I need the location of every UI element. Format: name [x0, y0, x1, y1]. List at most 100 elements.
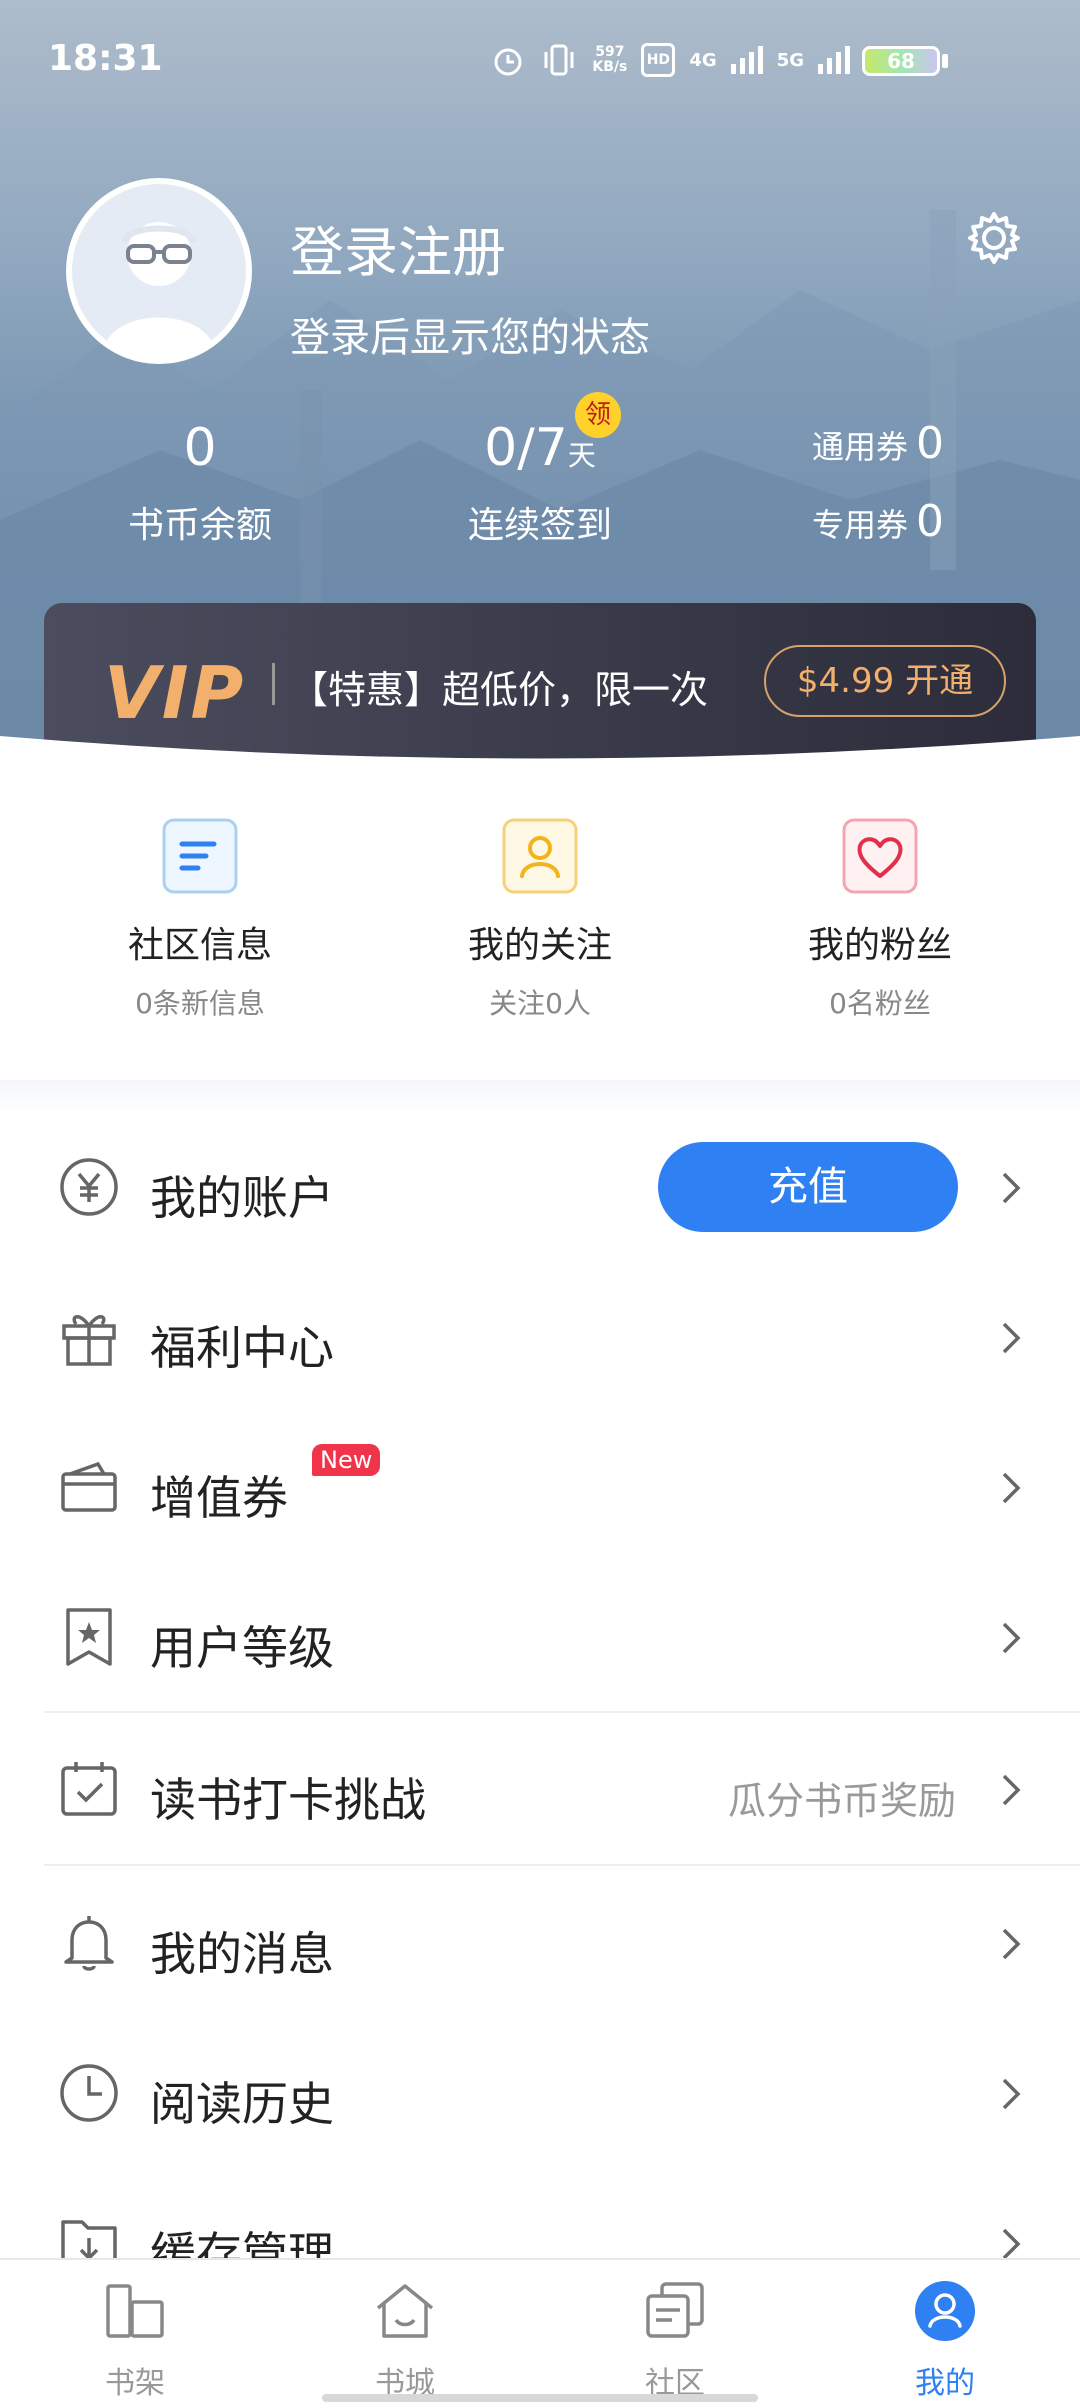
- special-coupon[interactable]: 专用券 0: [812, 496, 944, 547]
- voucher-label: 增值券: [150, 1471, 288, 1525]
- folder-download-icon: [61, 2220, 117, 2258]
- vip-separator: [272, 663, 275, 705]
- chevron-right-icon: [1002, 2228, 1021, 2258]
- bookshelf-icon: [106, 2284, 164, 2338]
- menu-item-welfare[interactable]: 福利中心: [0, 1262, 1080, 1412]
- profile-header: 18:31 597 KB/s HD 4G 5G 68 登录注册 登录后显示您的状态: [0, 0, 1080, 760]
- menu-item-reading-challenge[interactable]: 读书打卡挑战 瓜分书币奖励: [0, 1714, 1080, 1864]
- vip-activate-button[interactable]: $4.99 开通: [764, 645, 1006, 717]
- list-divider: [44, 1711, 1080, 1713]
- tab-community[interactable]: 社区: [540, 2260, 810, 2408]
- community-info-label: 社区信息: [127, 925, 272, 966]
- menu-item-messages[interactable]: 我的消息: [0, 1868, 1080, 2018]
- battery-tip: [942, 54, 948, 68]
- home-icon: [376, 2284, 434, 2338]
- checkin-unit: 天: [567, 439, 596, 472]
- chevron-right-icon: [1002, 1774, 1021, 1806]
- following-entry[interactable]: 我的关注 关注0人: [420, 818, 660, 1022]
- vip-promo-text: 【特惠】超低价，限一次: [290, 668, 709, 712]
- menu-item-account[interactable]: 我的账户 充值: [0, 1112, 1080, 1262]
- chevron-right-icon: [1002, 1928, 1021, 1960]
- special-coupon-label: 专用券: [812, 506, 909, 544]
- home-indicator[interactable]: [322, 2394, 758, 2402]
- cache-label: 缓存管理: [150, 2227, 334, 2258]
- tab-me[interactable]: 我的: [810, 2260, 1080, 2408]
- community-info-sub: 0条新信息: [135, 987, 265, 1020]
- bookmark-star-icon: [66, 1608, 112, 1666]
- network-5g: 5G: [776, 49, 804, 71]
- heart-icon: [842, 818, 918, 894]
- reading-challenge-label: 读书打卡挑战: [150, 1773, 426, 1827]
- claim-badge[interactable]: 领: [575, 392, 621, 438]
- special-coupon-value: 0: [916, 496, 945, 547]
- status-icons: 597 KB/s HD 4G 5G: [490, 42, 850, 78]
- chevron-right-icon: [1002, 2078, 1021, 2110]
- hd-icon: HD: [641, 43, 676, 77]
- chevron-right-icon: [1002, 1472, 1021, 1504]
- checkin-days: 0/7: [484, 418, 568, 478]
- wallet-icon: [61, 1461, 117, 1512]
- following-label: 我的关注: [467, 925, 612, 966]
- yuan-coin-icon: [60, 1158, 118, 1216]
- alarm-icon: [494, 48, 522, 76]
- section-divider: [0, 1080, 1080, 1114]
- history-label: 阅读历史: [150, 2077, 334, 2131]
- tab-bookstore[interactable]: 书城: [270, 2260, 540, 2408]
- menu-item-cache[interactable]: 缓存管理: [0, 2168, 1080, 2258]
- checkin-streak[interactable]: 0/7天 连续签到: [430, 418, 650, 548]
- community-cards-icon: [646, 2282, 704, 2338]
- network-4g: 4G: [689, 49, 717, 71]
- vibrate-icon: [544, 44, 574, 76]
- general-coupon-label: 通用券: [812, 428, 909, 466]
- signal-icon-2: [818, 46, 850, 74]
- checkin-label: 连续签到: [467, 505, 612, 546]
- clock-icon: [60, 2064, 118, 2122]
- general-coupon[interactable]: 通用券 0: [812, 418, 944, 469]
- general-coupon-value: 0: [916, 418, 945, 469]
- avatar[interactable]: [66, 178, 252, 364]
- recharge-button[interactable]: 充值: [658, 1142, 958, 1232]
- list-divider: [44, 1864, 1080, 1866]
- coin-balance-value: 0: [183, 418, 217, 478]
- reading-challenge-hint: 瓜分书币奖励: [727, 1779, 956, 1823]
- following-sub: 关注0人: [489, 987, 591, 1020]
- welfare-label: 福利中心: [150, 1321, 334, 1375]
- community-message-icon: [162, 818, 238, 894]
- default-avatar-icon: [102, 222, 216, 358]
- account-label: 我的账户: [150, 1171, 334, 1225]
- net-speed-value: 597: [595, 44, 625, 60]
- net-speed-unit: KB/s: [592, 59, 628, 75]
- chevron-right-icon: [1002, 1622, 1021, 1654]
- net-speed: 597 KB/s: [592, 45, 627, 75]
- gift-icon: [62, 1315, 116, 1366]
- fans-sub: 0名粉丝: [829, 987, 931, 1020]
- settings-gear-icon[interactable]: [966, 210, 1022, 266]
- person-icon: [502, 818, 578, 894]
- user-profile-icon: [915, 2281, 975, 2341]
- bell-icon: [64, 1916, 114, 1971]
- level-label: 用户等级: [150, 1621, 334, 1675]
- bottom-tab-bar: 书架 书城 社区 我的: [0, 2258, 1080, 2408]
- new-badge: New: [312, 1444, 381, 1476]
- signal-icon: [730, 46, 763, 74]
- coin-balance[interactable]: 0 书币余额: [100, 418, 300, 548]
- fans-entry[interactable]: 我的粉丝 0名粉丝: [760, 818, 1000, 1022]
- menu-item-level[interactable]: 用户等级: [0, 1562, 1080, 1712]
- messages-label: 我的消息: [150, 1927, 334, 1981]
- fans-label: 我的粉丝: [807, 925, 952, 966]
- coin-balance-label: 书币余额: [127, 505, 272, 546]
- community-info-entry[interactable]: 社区信息 0条新信息: [80, 818, 320, 1022]
- menu-item-voucher[interactable]: 增值券 New: [0, 1412, 1080, 1562]
- calendar-check-icon: [61, 1762, 117, 1816]
- vip-logo: VIP: [104, 651, 246, 735]
- status-bar: 18:31 597 KB/s HD 4G 5G 68: [0, 0, 1080, 120]
- chevron-right-icon: [1002, 1172, 1021, 1204]
- chevron-right-icon: [1002, 1322, 1021, 1354]
- login-register-link[interactable]: 登录注册: [290, 208, 506, 287]
- battery-indicator: 68: [862, 46, 940, 76]
- menu-item-history[interactable]: 阅读历史: [0, 2018, 1080, 2168]
- status-time: 18:31: [48, 38, 163, 79]
- tab-bookshelf[interactable]: 书架: [0, 2260, 270, 2408]
- tab-me-label: 我的: [915, 2366, 975, 2401]
- login-status-hint: 登录后显示您的状态: [290, 315, 650, 361]
